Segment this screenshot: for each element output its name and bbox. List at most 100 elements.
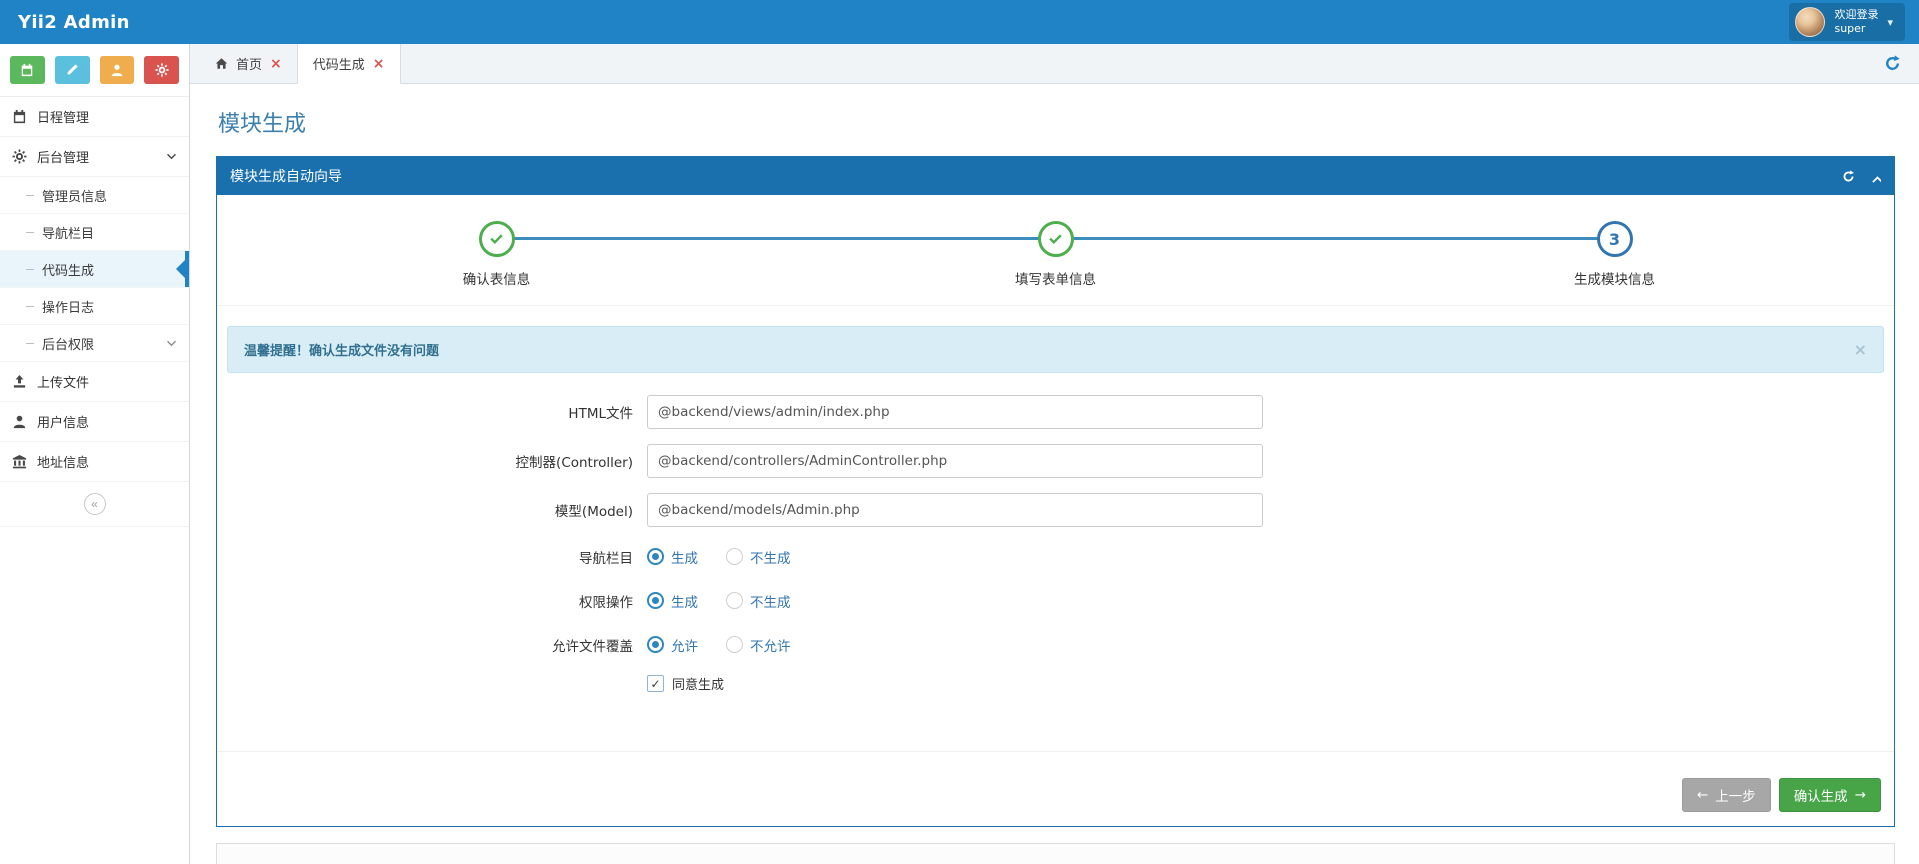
content: 模块生成 模块生成自动向导 确认表信息 填写表单信息 3 生成模块信息 温馨提醒…: [190, 84, 1919, 864]
radio-option-label: 不生成: [750, 550, 791, 567]
user-name: super: [1834, 22, 1866, 35]
sidebar-item-backend-permissions[interactable]: 后台权限: [0, 325, 189, 362]
sidebar-shortcuts: [0, 44, 189, 97]
sidebar-item-operation-log[interactable]: 操作日志: [0, 288, 189, 325]
tab-label: 代码生成: [312, 58, 365, 73]
sidebar-item-nav-columns[interactable]: 导航栏目: [0, 214, 189, 251]
tabbar-right: [1884, 44, 1919, 83]
model-label: 模型(Model): [554, 504, 633, 520]
user-menu[interactable]: 欢迎登录 super ▾: [1789, 3, 1905, 41]
sidebar-item-upload-files[interactable]: 上传文件: [0, 362, 189, 402]
radio-permission-no-generate[interactable]: 不生成: [726, 591, 791, 611]
pencil-icon: [65, 63, 79, 77]
overwrite-label: 允许文件覆盖: [552, 638, 633, 655]
shortcut-user-button[interactable]: [99, 56, 135, 84]
calendar-icon: [20, 63, 34, 77]
sidebar-item-code-generation[interactable]: 代码生成: [0, 251, 189, 288]
dash-icon: [26, 305, 34, 307]
radio-nav-generate[interactable]: 生成: [647, 547, 698, 567]
form-row-controller: 控制器(Controller): [217, 444, 1894, 478]
dash-icon: [26, 194, 34, 196]
sidebar-item-label: 地址信息: [37, 456, 90, 471]
sidebar-collapse-row: «: [0, 482, 189, 527]
main-area: 首页 × 代码生成 × 模块生成 模块生成自动向导 确认表信息 填写表单信息 3…: [190, 44, 1919, 864]
dash-icon: [26, 268, 34, 270]
bank-icon: [12, 454, 27, 469]
tabbar-refresh-icon[interactable]: [1884, 55, 1901, 72]
confirm-generate-button[interactable]: 确认生成 →: [1778, 778, 1881, 812]
confirm-generate-label: 确认生成: [1793, 789, 1848, 805]
sidebar-item-backend-admin[interactable]: 后台管理: [0, 137, 189, 177]
calendar-icon: [12, 109, 27, 124]
panel-collapse-icon[interactable]: [1868, 170, 1881, 183]
tab-code-generation[interactable]: 代码生成 ×: [296, 44, 401, 84]
sidebar-item-label: 导航栏目: [42, 226, 95, 242]
controller-input[interactable]: [647, 444, 1263, 478]
panel-tools: [1842, 170, 1881, 183]
radio-selected-icon: [647, 548, 664, 565]
form-row-agree: ✓ 同意生成: [647, 674, 1894, 693]
sidebar-item-admin-info[interactable]: 管理员信息: [0, 177, 189, 214]
page-title: 模块生成: [218, 112, 307, 137]
step-1-circle: [478, 221, 515, 257]
sidebar-collapse-button[interactable]: «: [83, 493, 106, 515]
tab-code-generation-close-icon[interactable]: ×: [373, 57, 385, 71]
sidebar-item-label: 后台管理: [37, 151, 90, 166]
sidebar-item-label: 后台权限: [42, 337, 95, 353]
step-2-label: 填写表单信息: [1015, 272, 1096, 288]
step-1-label: 确认表信息: [462, 272, 531, 288]
step-3-circle: 3: [1596, 221, 1633, 257]
sidebar-item-address-info[interactable]: 地址信息: [0, 442, 189, 482]
sidebar-item-label: 操作日志: [42, 300, 95, 316]
wizard-steps-section: 确认表信息 填写表单信息 3 生成模块信息: [217, 195, 1894, 306]
radio-option-label: 生成: [671, 594, 698, 611]
panel-refresh-icon[interactable]: [1842, 170, 1855, 183]
sidebar: 日程管理 后台管理 管理员信息 导航栏目 代码生成 操作日志 后台权限 上传文件…: [0, 44, 190, 864]
chevron-down-icon: [166, 151, 177, 162]
prev-step-label: 上一步: [1715, 789, 1756, 805]
shortcut-calendar-button[interactable]: [10, 56, 45, 84]
step-3-label: 生成模块信息: [1574, 272, 1655, 288]
sidebar-item-label: 用户信息: [37, 416, 90, 431]
info-alert-text: 温馨提醒！确认生成文件没有问题: [244, 344, 440, 359]
permission-label: 权限操作: [579, 594, 633, 611]
permission-radio-group: 生成 不生成: [647, 591, 791, 611]
dash-icon: [26, 231, 34, 233]
wizard-panel-header: 模块生成自动向导: [217, 157, 1894, 195]
html-file-input[interactable]: [647, 395, 1263, 429]
prev-step-button[interactable]: ← 上一步: [1681, 778, 1771, 812]
nav-column-label: 导航栏目: [579, 550, 633, 567]
shortcut-settings-button[interactable]: [144, 56, 179, 84]
sidebar-item-label: 管理员信息: [42, 189, 108, 205]
shortcut-edit-button[interactable]: [54, 56, 90, 84]
wizard-form: HTML文件 控制器(Controller) 模型(Model) 导航栏目: [217, 389, 1894, 751]
agree-checkbox[interactable]: ✓: [647, 675, 664, 692]
user-icon: [110, 63, 124, 77]
arrow-right-icon: →: [1854, 787, 1866, 803]
overwrite-radio-group: 允许 不允许: [647, 635, 791, 655]
tab-home[interactable]: 首页 ×: [200, 44, 297, 83]
radio-unselected-icon: [726, 636, 743, 653]
sidebar-item-schedule[interactable]: 日程管理: [0, 97, 189, 137]
alert-close-icon[interactable]: ×: [1854, 341, 1867, 358]
check-icon: [1047, 231, 1064, 248]
radio-permission-generate[interactable]: 生成: [647, 591, 698, 611]
step-1-confirm-table: 确认表信息: [217, 221, 776, 288]
step-2-circle: [1037, 221, 1074, 257]
sidebar-item-label: 日程管理: [37, 111, 90, 126]
model-input[interactable]: [647, 493, 1263, 527]
radio-overwrite-allow[interactable]: 允许: [647, 635, 698, 655]
sidebar-item-user-info[interactable]: 用户信息: [0, 402, 189, 442]
radio-nav-no-generate[interactable]: 不生成: [726, 547, 791, 567]
radio-option-label: 不允许: [750, 638, 791, 655]
radio-selected-icon: [647, 636, 664, 653]
radio-option-label: 不生成: [750, 594, 791, 611]
tab-home-close-icon[interactable]: ×: [270, 57, 282, 71]
check-icon: [488, 231, 505, 248]
radio-unselected-icon: [726, 548, 743, 565]
form-row-permission: 权限操作 生成 不生成: [217, 586, 1894, 615]
radio-option-label: 生成: [671, 550, 698, 567]
avatar: [1795, 7, 1826, 37]
radio-overwrite-disallow[interactable]: 不允许: [726, 635, 791, 655]
tab-label: 首页: [236, 58, 263, 73]
